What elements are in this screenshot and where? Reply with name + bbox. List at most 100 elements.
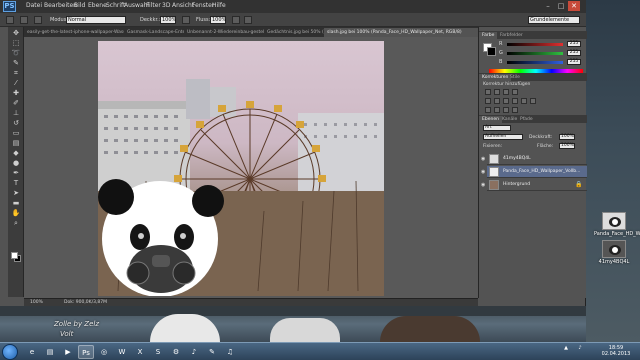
curves-adjust-icon[interactable]	[503, 89, 509, 95]
desktop-icon-panda[interactable]: Panda_Face_HD_W...	[594, 212, 640, 237]
layer-filter-select[interactable]: Art	[483, 125, 511, 131]
pressure-size-toggle[interactable]	[244, 16, 252, 24]
lasso-tool-icon[interactable]: ➰	[11, 49, 21, 58]
channel-g-value[interactable]: 255	[567, 50, 581, 56]
hand-tool-icon[interactable]: ✋	[11, 209, 21, 218]
quick-select-tool-icon[interactable]: ✎	[11, 59, 21, 68]
fill-input[interactable]: 100%	[559, 143, 575, 149]
doc-tab[interactable]: Unbenannt-2-Wiedereinbau-gestellt-Bild.j…	[184, 28, 264, 37]
ie-icon[interactable]: e	[24, 345, 40, 359]
zoom-value[interactable]: 100%	[30, 300, 43, 305]
brush-tool-icon[interactable]: ✐	[11, 99, 21, 108]
network-icon[interactable]: ▲	[560, 345, 572, 351]
brush-size-button[interactable]	[20, 16, 28, 24]
pen-tool-icon[interactable]: ✒	[11, 169, 21, 178]
photoshop-taskbar-icon[interactable]: Ps	[78, 345, 94, 359]
dodge-tool-icon[interactable]: ●	[11, 159, 21, 168]
invert-adjust-icon[interactable]	[485, 107, 491, 113]
menu-bearbeiten[interactable]: Bearbeiten	[44, 2, 77, 9]
doc-tab[interactable]: easily-get-the-latest-iphone-wallpaper-W…	[24, 28, 124, 37]
channel-b-value[interactable]: 255	[567, 59, 581, 65]
tab-farbe[interactable]: Farbe	[479, 32, 498, 39]
posterize-adjust-icon[interactable]	[494, 107, 500, 113]
menu-schrift[interactable]: Schrift	[106, 2, 125, 9]
doc-tab[interactable]: Gedächtnis.jpg bei 50% (Ebene 1, RGB/8)	[264, 28, 324, 37]
opacity-input[interactable]: 100%	[559, 134, 575, 140]
visibility-eye-icon[interactable]: ◉	[481, 182, 485, 188]
workspace-select[interactable]: Grundelemente	[528, 16, 580, 24]
deckkraft-input[interactable]: 100%	[160, 16, 176, 24]
menu-ebene[interactable]: Ebene	[88, 2, 107, 9]
healing-tool-icon[interactable]: ✚	[11, 89, 21, 98]
stamp-tool-icon[interactable]: ⊥	[11, 109, 21, 118]
doc-tab-active[interactable]: slash.jpg bei 100% (Panda_Face_HD_Wallpa…	[324, 28, 478, 37]
tab-stile[interactable]: Stile	[507, 74, 523, 81]
brightness-adjust-icon[interactable]	[485, 89, 491, 95]
minimize-button[interactable]: –	[542, 1, 554, 11]
threshold-adjust-icon[interactable]	[503, 107, 509, 113]
brush-panel-toggle[interactable]	[34, 16, 42, 24]
word-icon[interactable]: W	[114, 345, 130, 359]
volume-icon[interactable]: ♪	[574, 345, 586, 351]
bw-adjust-icon[interactable]	[512, 98, 518, 104]
menu-datei[interactable]: Datei	[26, 2, 42, 9]
visibility-eye-icon[interactable]: ◉	[481, 169, 485, 175]
layer-row-selected[interactable]: ◉ Panda_Face_HD_Wallpaper_Vollb...	[481, 166, 587, 178]
path-select-tool-icon[interactable]: ➤	[11, 189, 21, 198]
channel-g-slider[interactable]	[507, 52, 563, 55]
document-canvas[interactable]	[98, 41, 384, 296]
gradient-tool-icon[interactable]: ▤	[11, 139, 21, 148]
player-icon[interactable]: ♪	[186, 345, 202, 359]
visibility-eye-icon[interactable]: ◉	[481, 156, 485, 162]
blend-mode-select[interactable]: Aufhellen	[483, 134, 523, 140]
blur-tool-icon[interactable]: ◆	[11, 149, 21, 158]
brush-preset-button[interactable]	[6, 16, 14, 24]
type-tool-icon[interactable]: T	[11, 179, 21, 188]
modus-select[interactable]: Normal	[66, 16, 126, 24]
channel-r-value[interactable]: 255	[567, 41, 581, 47]
color-balance-adjust-icon[interactable]	[503, 98, 509, 104]
bg-color-chip[interactable]	[487, 47, 496, 56]
vibrance-adjust-icon[interactable]	[485, 98, 491, 104]
airbrush-toggle[interactable]	[232, 16, 240, 24]
menu-fenster[interactable]: Fenster	[192, 2, 214, 9]
media-icon[interactable]: ▶	[60, 345, 76, 359]
channel-b-slider[interactable]	[507, 61, 563, 64]
foreground-color-swatch[interactable]	[11, 252, 18, 259]
paint-icon[interactable]: ✎	[204, 345, 220, 359]
menu-hilfe[interactable]: Hilfe	[212, 2, 226, 9]
close-button[interactable]: ✕	[568, 1, 580, 11]
pressure-opacity-toggle[interactable]	[182, 16, 190, 24]
layer-row[interactable]: ◉ Hintergrund 🔒	[481, 179, 587, 191]
hue-adjust-icon[interactable]	[494, 98, 500, 104]
menu-filter[interactable]: Filter	[146, 2, 161, 9]
tab-pfade[interactable]: Pfade	[517, 116, 536, 123]
eyedropper-tool-icon[interactable]: ⁄	[11, 79, 21, 88]
folder-icon[interactable]: ▤	[42, 345, 58, 359]
photo-filter-adjust-icon[interactable]	[521, 98, 527, 104]
skype-icon[interactable]: S	[150, 345, 166, 359]
desktop-icon-41my[interactable]: 41my4BQ4L	[594, 240, 634, 265]
shape-tool-icon[interactable]: ▬	[11, 199, 21, 208]
start-button[interactable]	[2, 344, 18, 360]
gradient-map-adjust-icon[interactable]	[512, 107, 518, 113]
crop-tool-icon[interactable]: ⌗	[11, 69, 21, 78]
history-brush-tool-icon[interactable]: ↺	[11, 119, 21, 128]
eraser-tool-icon[interactable]: ▭	[11, 129, 21, 138]
menu-3d[interactable]: 3D	[162, 2, 170, 9]
excel-icon[interactable]: X	[132, 345, 148, 359]
tab-farbfelder[interactable]: Farbfelder	[497, 32, 526, 39]
menu-ansicht[interactable]: Ansicht	[172, 2, 194, 9]
zoom-tool-icon[interactable]: ⌕	[11, 219, 21, 228]
music-icon[interactable]: ♫	[222, 345, 238, 359]
move-tool-icon[interactable]: ✥	[11, 29, 21, 38]
fluss-input[interactable]: 100%	[210, 16, 226, 24]
layer-row[interactable]: ◉ 41my4BQ4L	[481, 153, 587, 165]
menu-bild[interactable]: Bild	[74, 2, 85, 9]
doc-tab[interactable]: Gasmask-Landscape-Entertainment.jpg	[124, 28, 184, 37]
exposure-adjust-icon[interactable]	[512, 89, 518, 95]
maximize-button[interactable]: □	[555, 1, 567, 11]
clock[interactable]: 18:59 02.04.2013	[596, 345, 636, 357]
channel-mixer-adjust-icon[interactable]	[530, 98, 536, 104]
marquee-tool-icon[interactable]: ⬚	[11, 39, 21, 48]
